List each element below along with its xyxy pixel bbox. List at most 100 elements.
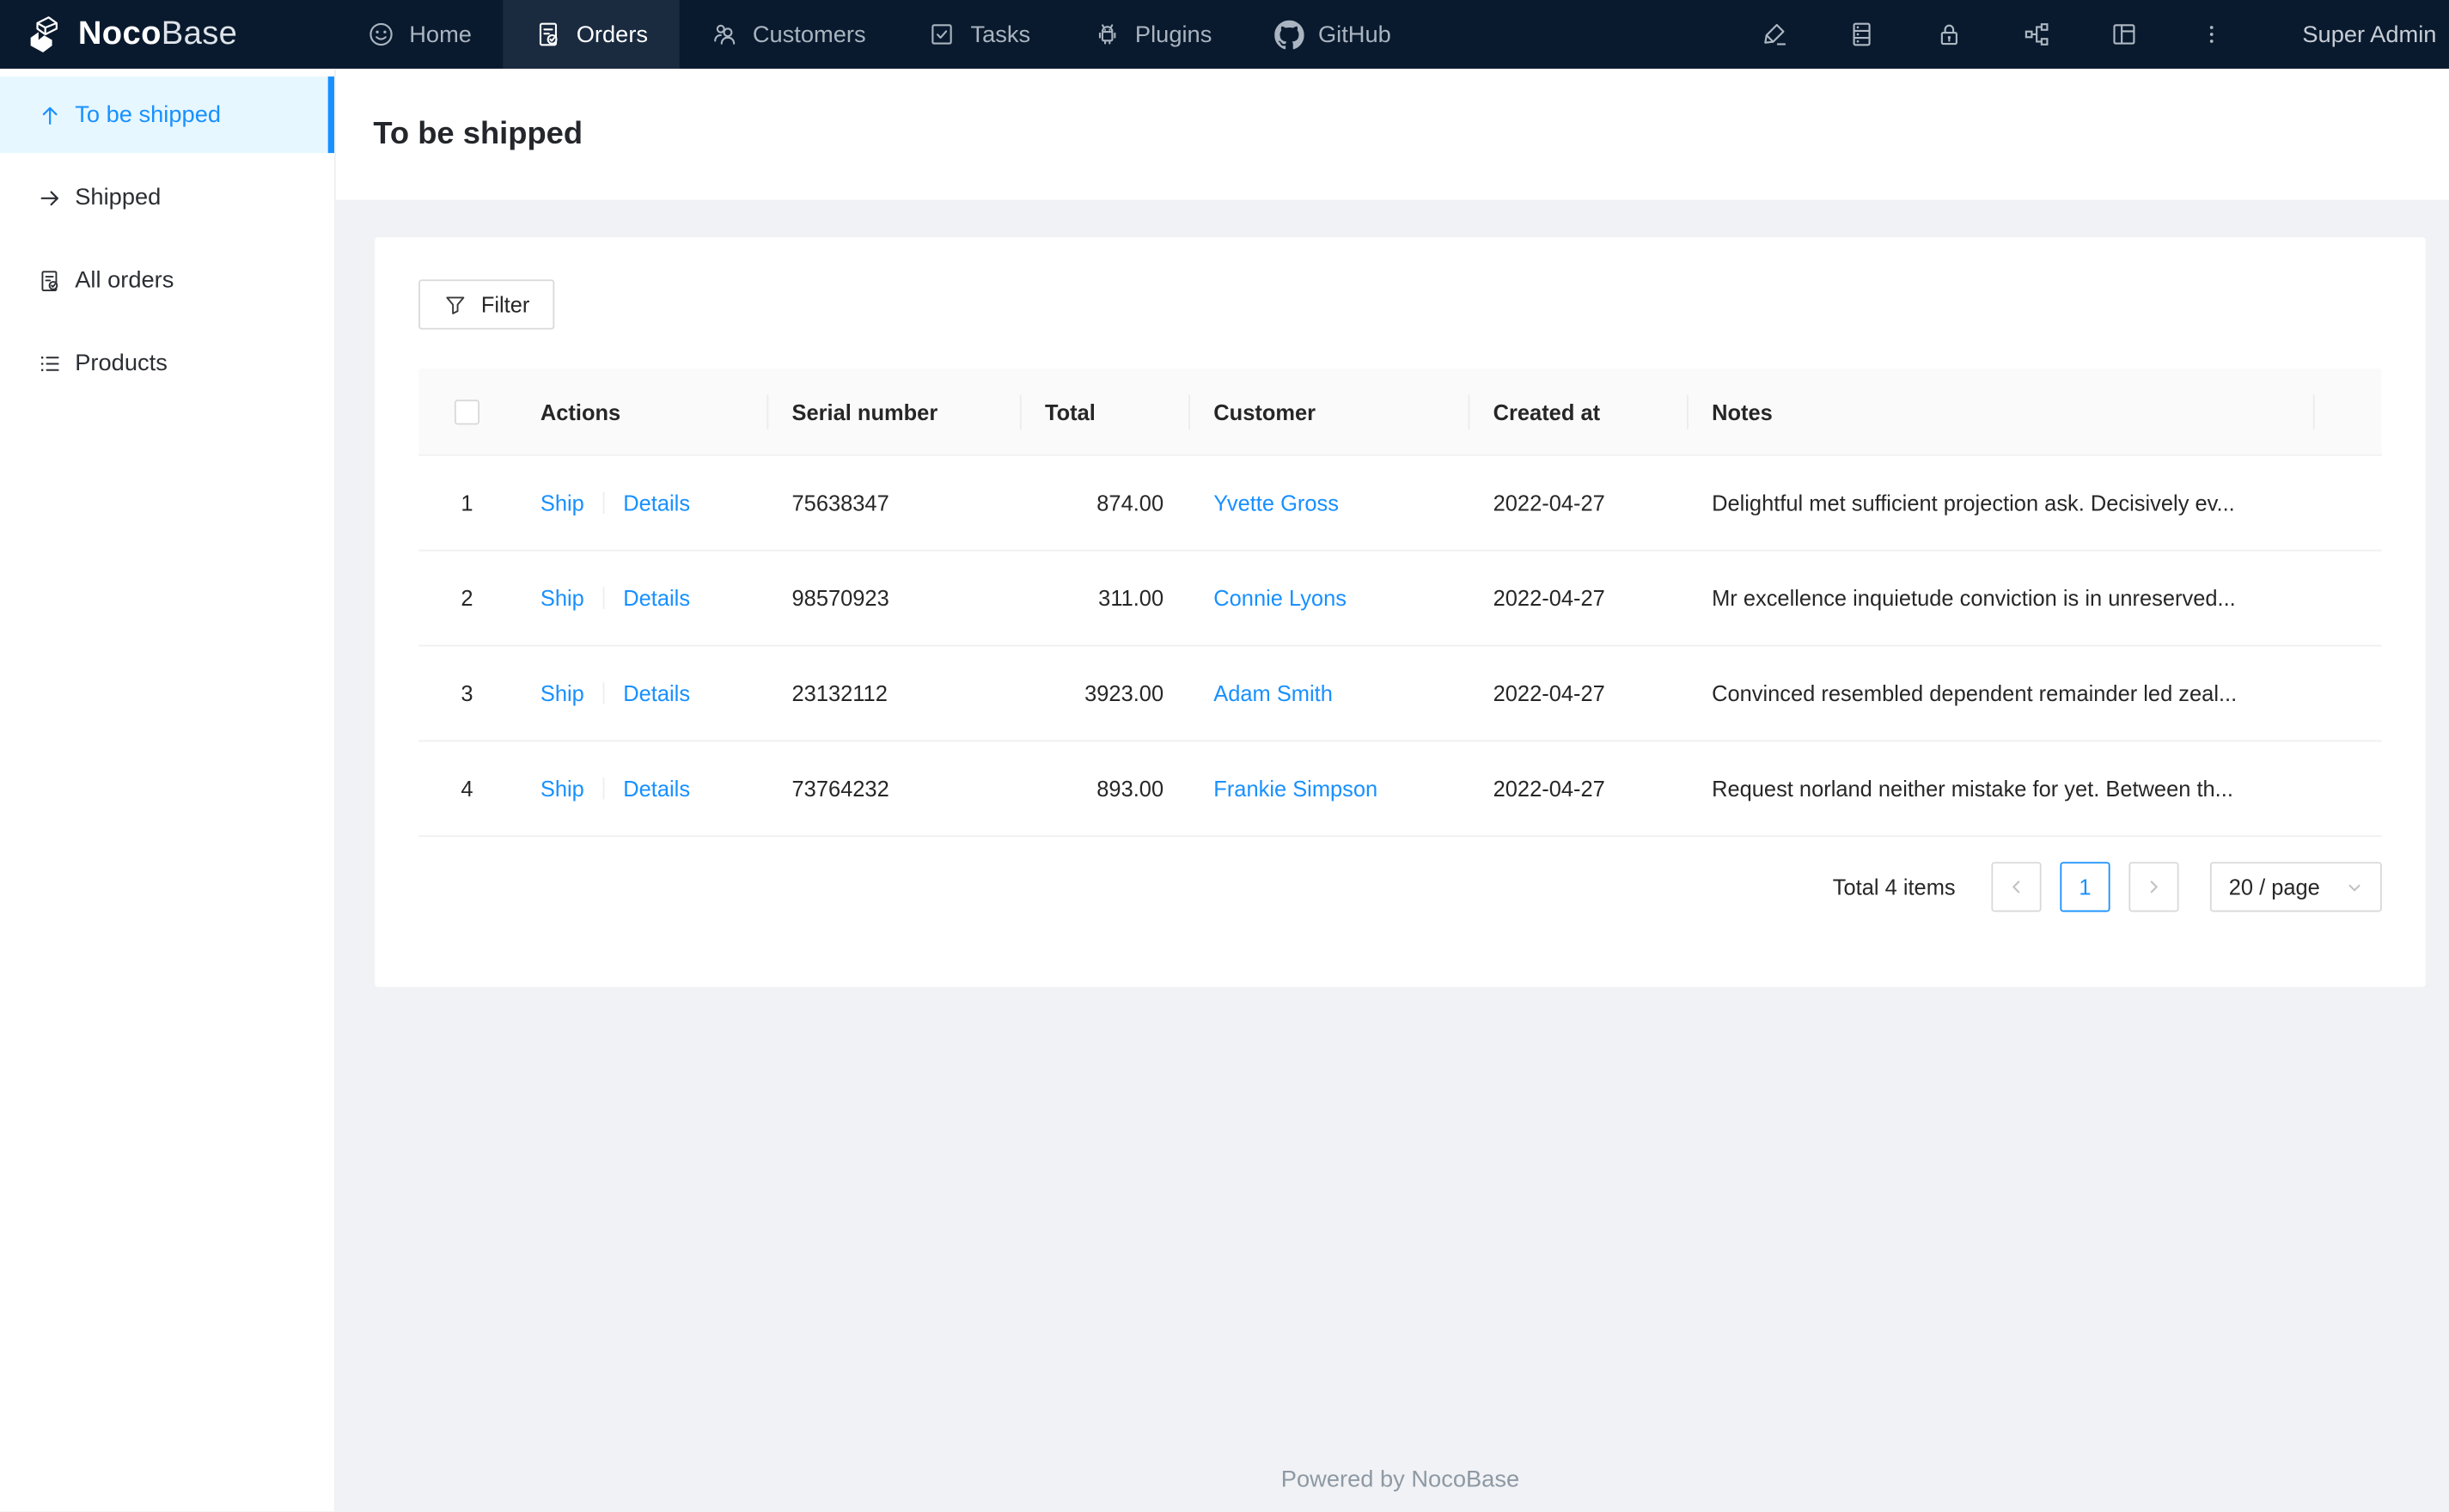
spacer-cell [2313, 552, 2382, 645]
page-size-value: 20 / page [2228, 874, 2320, 899]
database-icon[interactable] [1818, 0, 1906, 69]
footer-text: Powered by NocoBase [1280, 1466, 1520, 1494]
page-header: To be shipped [335, 68, 2449, 200]
layout-icon[interactable] [2080, 0, 2168, 69]
nav-item-label: Customers [752, 21, 866, 48]
spacer-cell [2313, 456, 2382, 550]
main-area: To be shipped Filter Actions Serial numb… [335, 68, 2449, 1512]
customer-link[interactable]: Connie Lyons [1213, 586, 1347, 611]
sidebar-item-shipped[interactable]: Shipped [0, 159, 334, 235]
nav-item-plugins[interactable]: Plugins [1061, 0, 1243, 69]
table-row: 3 Ship Details 23132112 3923.00 Adam Smi… [418, 646, 2382, 742]
orders-card: Filter Actions Serial number Total Custo… [375, 237, 2426, 987]
sidebar: To be shipped Shipped All orders Product… [0, 68, 336, 1512]
content-area: Filter Actions Serial number Total Custo… [336, 200, 2449, 1512]
details-link[interactable]: Details [623, 491, 690, 515]
pagination-prev-button[interactable] [1991, 862, 2042, 912]
table-row: 1 Ship Details 75638347 874.00 Yvette Gr… [418, 456, 2382, 552]
row-index: 2 [461, 585, 473, 611]
serial-number-cell: 23132112 [791, 680, 888, 706]
nav-item-orders[interactable]: Orders [503, 0, 680, 69]
notes-cell: Convinced resembled dependent remainder … [1712, 680, 2238, 706]
column-header-actions: Actions [540, 399, 621, 424]
nav-item-home[interactable]: Home [336, 0, 504, 69]
org-chart-icon[interactable] [1993, 0, 2080, 69]
created-at-cell: 2022-04-27 [1493, 585, 1605, 611]
nav-item-label: Plugins [1134, 21, 1212, 48]
action-divider [602, 491, 605, 514]
serial-number-cell: 98570923 [791, 585, 889, 611]
created-at-cell: 2022-04-27 [1493, 490, 1605, 515]
spacer-cell [2313, 741, 2382, 835]
select-all-checkbox[interactable] [454, 399, 480, 424]
chevron-left-icon [2012, 881, 2020, 893]
smiley-icon [367, 21, 395, 49]
sidebar-item-all-orders[interactable]: All orders [0, 242, 334, 319]
serial-number-cell: 73764232 [791, 776, 889, 802]
pagination: Total 4 items 1 20 / page [418, 862, 2382, 912]
row-actions: Ship Details [516, 646, 767, 740]
nocobase-logo-icon [25, 14, 65, 54]
sidebar-item-to-be-shipped[interactable]: To be shipped [0, 76, 334, 154]
filter-button[interactable]: Filter [418, 279, 555, 330]
row-index: 1 [461, 490, 473, 515]
file-done-icon [38, 268, 63, 293]
navbar-right-actions: Super Admin [1731, 0, 2449, 69]
nav-item-tasks[interactable]: Tasks [897, 0, 1061, 69]
nocobase-logo[interactable]: NocoBase [0, 0, 336, 69]
row-index: 3 [461, 680, 473, 706]
details-link[interactable]: Details [623, 586, 690, 611]
row-actions: Ship Details [516, 552, 767, 645]
notes-cell: Mr excellence inquietude conviction is i… [1712, 585, 2236, 611]
highlighter-icon[interactable] [1731, 0, 1818, 69]
row-index: 4 [461, 776, 473, 802]
table-header-row: Actions Serial number Total Customer Cre… [418, 368, 2382, 456]
order-file-icon [534, 21, 563, 49]
orders-table: Actions Serial number Total Customer Cre… [418, 368, 2382, 838]
nav-item-label: Home [409, 21, 472, 48]
nav-item-github[interactable]: GitHub [1243, 0, 1422, 69]
list-icon [38, 351, 63, 375]
more-icon[interactable] [2168, 0, 2256, 69]
github-icon [1274, 19, 1304, 50]
sidebar-item-label: Products [75, 350, 168, 377]
ship-link[interactable]: Ship [540, 586, 584, 611]
column-header-total: Total [1020, 369, 1188, 454]
action-divider [602, 682, 605, 704]
total-cell: 874.00 [1096, 490, 1164, 515]
column-header-notes: Notes [1687, 369, 2313, 454]
check-square-icon [928, 21, 956, 49]
page-size-select[interactable]: 20 / page [2209, 862, 2382, 912]
chevron-right-icon [2150, 881, 2158, 893]
details-link[interactable]: Details [623, 680, 690, 705]
nav-item-customers[interactable]: Customers [679, 0, 897, 69]
notes-cell: Delightful met sufficient projection ask… [1712, 490, 2235, 515]
customer-link[interactable]: Adam Smith [1213, 680, 1333, 705]
pagination-next-button[interactable] [2128, 862, 2179, 912]
column-header-customer: Customer [1188, 369, 1468, 454]
customer-link[interactable]: Frankie Simpson [1213, 776, 1377, 801]
pagination-total: Total 4 items [1832, 874, 1956, 899]
table-row: 2 Ship Details 98570923 311.00 Connie Ly… [418, 552, 2382, 647]
total-cell: 3923.00 [1084, 680, 1164, 706]
user-menu[interactable]: Super Admin [2256, 0, 2449, 69]
sidebar-item-products[interactable]: Products [0, 325, 334, 401]
spacer-cell [2313, 646, 2382, 740]
ship-link[interactable]: Ship [540, 680, 584, 705]
created-at-cell: 2022-04-27 [1493, 680, 1605, 706]
ship-link[interactable]: Ship [540, 491, 584, 515]
page-title: To be shipped [373, 116, 583, 151]
column-header-serial: Serial number [766, 369, 1019, 454]
lock-icon[interactable] [1906, 0, 1994, 69]
total-cell: 893.00 [1096, 776, 1164, 802]
pagination-page-1[interactable]: 1 [2060, 862, 2110, 912]
table-body: 1 Ship Details 75638347 874.00 Yvette Gr… [418, 456, 2382, 838]
created-at-cell: 2022-04-27 [1493, 776, 1605, 802]
chevron-down-icon [2346, 878, 2363, 895]
ship-link[interactable]: Ship [540, 776, 584, 801]
customer-link[interactable]: Yvette Gross [1213, 491, 1339, 515]
filter-button-label: Filter [480, 291, 530, 317]
notes-cell: Request norland neither mistake for yet.… [1712, 776, 2233, 802]
action-divider [602, 587, 605, 609]
details-link[interactable]: Details [623, 776, 690, 801]
